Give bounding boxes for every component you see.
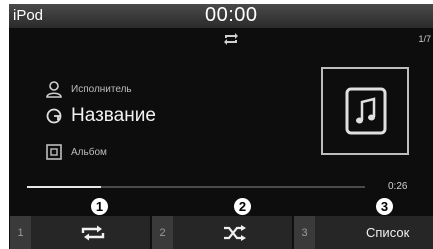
list-button-label: Список [366, 225, 410, 240]
media-source-label: iPod [13, 7, 44, 24]
album-icon [46, 144, 62, 160]
person-icon [46, 81, 62, 98]
list-button[interactable]: 3 Список [293, 216, 433, 249]
title-row: Название [45, 105, 156, 127]
artist-name: Исполнитель [71, 83, 132, 95]
callout-badge: 3 [376, 198, 393, 215]
repeat-icon [81, 225, 105, 241]
repeat-button[interactable]: 1 [9, 216, 150, 249]
album-art [321, 67, 409, 155]
album-row: Альбом [45, 143, 107, 161]
shuffle-icon [224, 225, 246, 241]
time-remaining: 0:26 [388, 181, 408, 192]
clock: 00:00 [205, 4, 258, 26]
status-bar: iPod 00:00 [9, 4, 433, 28]
softkey-bar: 1 2 3 Список [9, 216, 433, 249]
progress-bar-fill [27, 186, 102, 188]
music-note-icon [345, 87, 387, 135]
infotainment-screen: iPod 00:00 1/7 Исполнитель Название Альб… [9, 4, 433, 249]
shuffle-button[interactable]: 2 [151, 216, 292, 249]
album-name: Альбом [71, 146, 107, 158]
track-counter: 1/7 [418, 34, 431, 44]
callout-badge: 2 [234, 198, 251, 215]
softkey-number: 3 [294, 216, 315, 249]
song-title: Название [71, 105, 156, 126]
progress-bar[interactable] [27, 186, 365, 188]
artist-row: Исполнитель [45, 80, 132, 98]
repeat-mode-icon [224, 33, 238, 45]
softkey-number: 2 [152, 216, 173, 249]
callout-badge: 1 [91, 198, 108, 215]
song-title-icon [46, 108, 62, 124]
softkey-number: 1 [10, 216, 31, 249]
